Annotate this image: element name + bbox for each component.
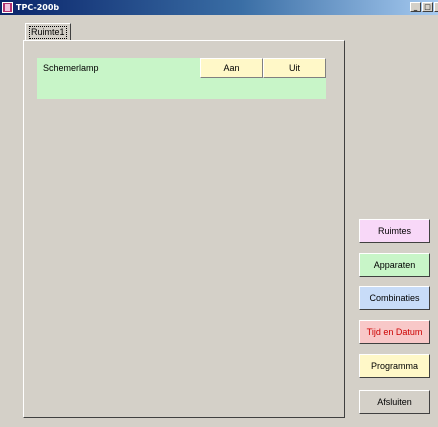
app-icon[interactable]: [2, 2, 13, 13]
programma-button[interactable]: Programma: [359, 354, 430, 378]
maximize-button[interactable]: □: [422, 2, 433, 12]
combinaties-button[interactable]: Combinaties: [359, 286, 430, 310]
device-off-button[interactable]: Uit: [263, 58, 326, 78]
tab-ruimte1[interactable]: Ruimte1: [25, 23, 71, 40]
tab-label: Ruimte1: [29, 26, 67, 39]
device-on-button[interactable]: Aan: [200, 58, 263, 78]
minimize-button[interactable]: _: [410, 2, 421, 12]
window-title: TPC-200b: [16, 3, 60, 12]
title-bar[interactable]: TPC-200b _ □: [0, 0, 438, 15]
app-window: TPC-200b _ □ Ruimte1 Schemerlamp Aan Uit…: [0, 0, 438, 427]
ruimtes-button[interactable]: Ruimtes: [359, 219, 430, 243]
tijd-en-datum-button[interactable]: Tijd en Datum: [359, 320, 430, 344]
afsluiten-button[interactable]: Afsluiten: [359, 390, 430, 414]
apparaten-button[interactable]: Apparaten: [359, 253, 430, 277]
close-button[interactable]: [434, 2, 438, 12]
device-row-schemerlamp: Schemerlamp Aan Uit: [37, 58, 326, 99]
device-name: Schemerlamp: [43, 63, 99, 73]
